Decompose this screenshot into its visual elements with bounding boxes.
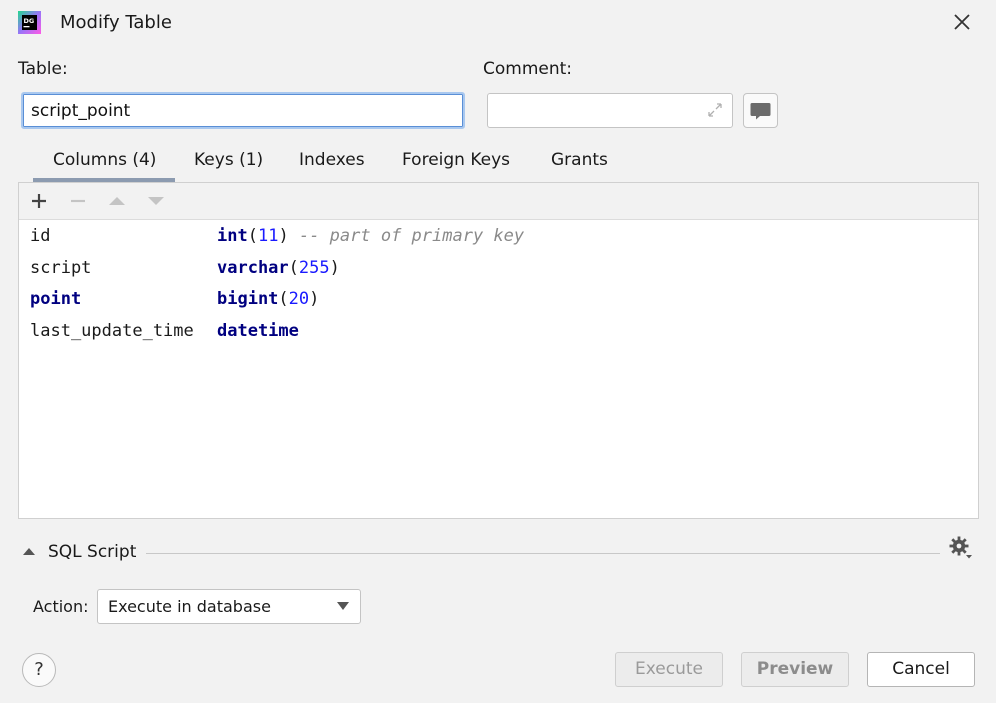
gear-icon[interactable]	[948, 535, 974, 561]
tab-foreign-keys[interactable]: Foreign Keys	[402, 150, 510, 170]
action-select[interactable]: Execute in database	[97, 589, 361, 624]
dialog-title: Modify Table	[60, 12, 172, 33]
close-icon[interactable]	[950, 10, 974, 34]
comment-input[interactable]	[487, 93, 733, 128]
sql-script-label[interactable]: SQL Script	[48, 542, 136, 562]
tab-grants[interactable]: Grants	[551, 150, 608, 170]
collapse-arrow-icon[interactable]	[22, 545, 36, 557]
preview-button[interactable]: Preview	[741, 652, 849, 687]
comment-editor-button[interactable]	[743, 93, 778, 128]
tab-columns[interactable]: Columns (4)	[53, 150, 156, 170]
column-type: datetime	[217, 321, 299, 341]
table-label: Table:	[18, 59, 68, 79]
column-row[interactable]: id int(11) -- part of primary key	[30, 226, 524, 252]
column-row[interactable]: script varchar(255)	[30, 258, 340, 284]
column-row[interactable]: last_update_time datetime	[30, 321, 299, 347]
app-icon-text: DG	[24, 17, 35, 25]
help-button[interactable]: ?	[22, 653, 56, 687]
column-type: bigint(20)	[217, 289, 320, 309]
move-down-icon[interactable]	[145, 190, 167, 212]
tab-indexes[interactable]: Indexes	[299, 150, 365, 170]
table-name-input[interactable]	[21, 92, 465, 129]
add-icon[interactable]	[28, 190, 50, 212]
column-row[interactable]: point bigint(20)	[30, 289, 319, 315]
move-up-icon[interactable]	[106, 190, 128, 212]
datagrip-app-icon: DG	[18, 11, 41, 34]
cancel-button[interactable]: Cancel	[867, 652, 975, 687]
speech-bubble-icon	[750, 103, 771, 120]
tab-keys[interactable]: Keys (1)	[194, 150, 263, 170]
column-name: point	[30, 289, 82, 309]
column-name: script	[30, 258, 92, 278]
comment-label: Comment:	[483, 59, 573, 79]
remove-icon[interactable]	[67, 190, 89, 212]
column-name: id	[30, 226, 51, 246]
column-name: last_update_time	[30, 321, 194, 341]
column-comment: -- part of primary key	[298, 226, 525, 246]
section-divider	[146, 553, 940, 554]
column-type: varchar(255)	[217, 258, 340, 278]
execute-button[interactable]: Execute	[615, 652, 723, 687]
column-type: int(11) -- part of primary key	[217, 226, 525, 246]
expand-icon[interactable]	[706, 101, 724, 119]
chevron-down-icon	[337, 602, 349, 610]
action-label: Action:	[33, 597, 89, 616]
